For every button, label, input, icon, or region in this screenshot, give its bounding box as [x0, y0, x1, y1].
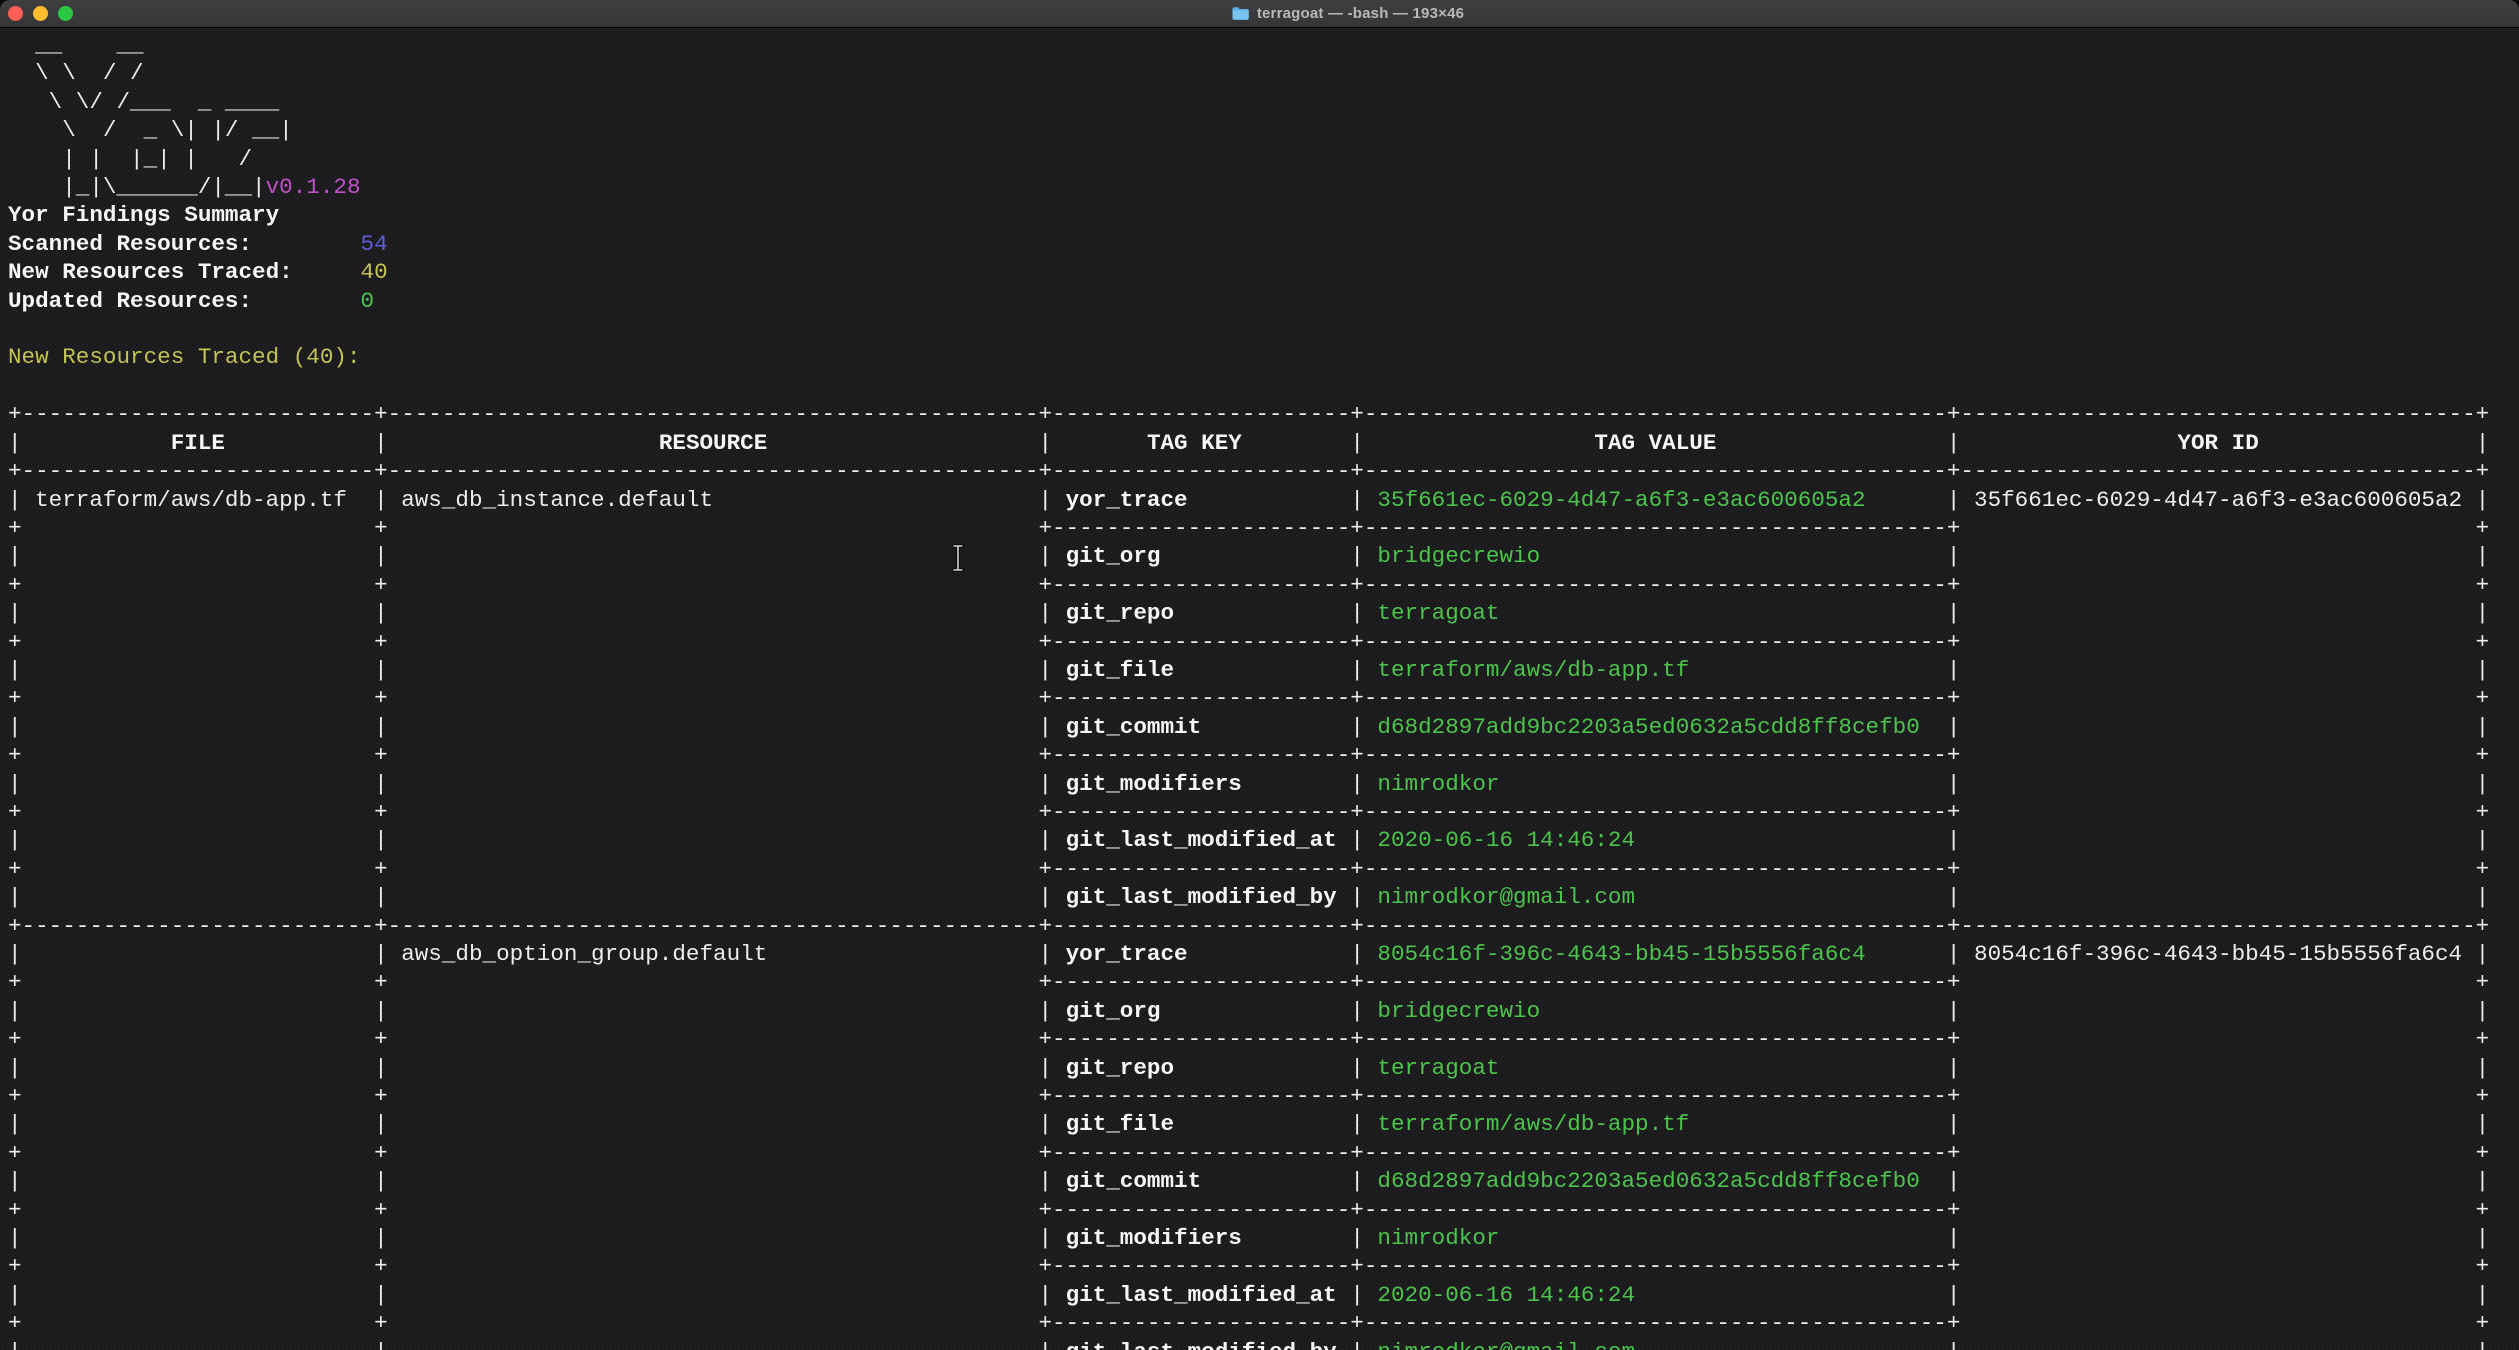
terminal-output: __ __ \ \ / / \ \/ /___ _ ____ \ / _ \| … — [8, 31, 2489, 1350]
traffic-lights — [8, 0, 73, 27]
window-title: terragoat — -bash — 193×46 — [1257, 5, 1464, 22]
titlebar-title-group: terragoat — -bash — 193×46 — [88, 0, 2519, 27]
titlebar[interactable]: terragoat — -bash — 193×46 — [0, 0, 2519, 28]
terminal-screen[interactable]: __ __ \ \ / / \ \/ /___ _ ____ \ / _ \| … — [0, 28, 2519, 1350]
folder-icon — [1231, 6, 1250, 21]
close-button[interactable] — [8, 6, 23, 21]
zoom-button[interactable] — [58, 6, 73, 21]
minimize-button[interactable] — [33, 6, 48, 21]
terminal-window: terragoat — -bash — 193×46 __ __ \ \ / /… — [0, 0, 2519, 1350]
